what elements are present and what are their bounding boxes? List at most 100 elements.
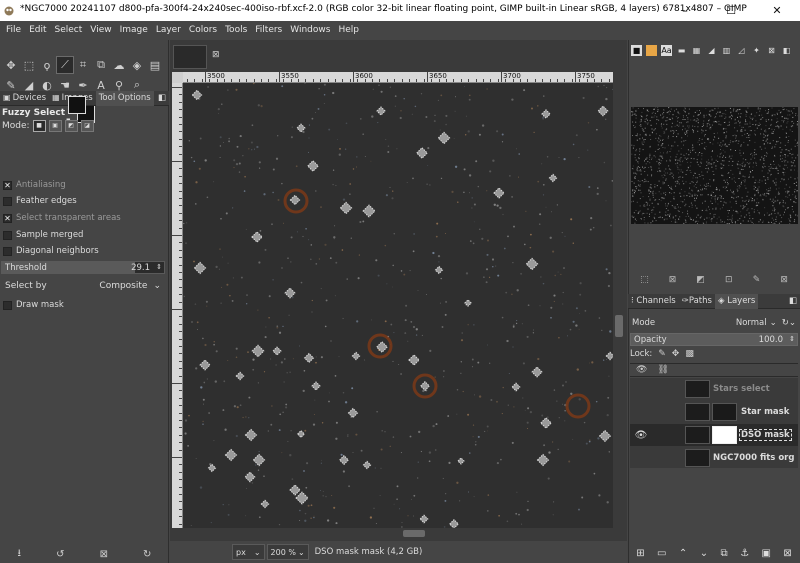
lock-position-icon[interactable]: ✥	[672, 349, 680, 359]
tab-tool-options[interactable]: Tool Options	[95, 90, 154, 106]
layer-row-ngc7000[interactable]: NGC7000 fits org	[630, 447, 798, 469]
mode-add-button[interactable]: ▣	[48, 120, 62, 132]
sample-points-tab-icon[interactable]: ✦	[751, 45, 762, 56]
crop-icon[interactable]: ⌗	[74, 56, 92, 74]
sample-merged-option[interactable]: Sample merged	[3, 230, 83, 240]
horizontal-scroll-thumb[interactable]	[403, 530, 425, 537]
fg-bg-tab-icon[interactable]: ■	[631, 44, 642, 56]
tab-paths[interactable]: ✑Paths	[679, 294, 715, 309]
menu-edit[interactable]: Edit	[25, 21, 50, 40]
gradients-tab-icon[interactable]: ◢	[706, 45, 717, 56]
ruler-left[interactable]	[172, 83, 183, 528]
refresh-icon[interactable]: ⊠	[780, 275, 788, 289]
tab-layers[interactable]: ◈ Layers	[714, 293, 759, 309]
anchor-layer-icon[interactable]: ⚓	[740, 548, 749, 559]
menu-windows[interactable]: Windows	[286, 21, 334, 40]
save-options-icon[interactable]: ⭳	[18, 546, 22, 563]
opacity-spin-icon[interactable]: ⇕	[789, 334, 795, 345]
eye-icon[interactable]: 👁	[634, 430, 648, 441]
unified-transform-icon[interactable]: ⧉	[92, 56, 110, 74]
maximize-button[interactable]: ☐	[708, 0, 754, 21]
brushes-tab-icon[interactable]: ▬	[676, 45, 687, 56]
layer-row-dso-mask[interactable]: 👁 DSO mask	[630, 424, 798, 446]
select-transparent-checkbox[interactable]: ✕	[3, 213, 12, 223]
raise-layer-icon[interactable]: ⌃	[679, 548, 687, 559]
image-tab-thumbnail[interactable]	[173, 45, 207, 69]
menu-colors[interactable]: Colors	[185, 21, 221, 40]
new-layer-icon[interactable]: ⊞	[636, 548, 644, 559]
close-image-tab-icon[interactable]: ⊠	[212, 50, 220, 60]
image-canvas[interactable]	[183, 83, 613, 528]
tab-channels[interactable]: ⁝ Channels	[628, 294, 679, 309]
menu-tools[interactable]: Tools	[221, 21, 251, 40]
menu-view[interactable]: View	[86, 21, 115, 40]
lower-layer-icon[interactable]: ⌄	[700, 548, 708, 559]
draw-mask-option[interactable]: Draw mask	[3, 300, 64, 310]
patterns-tab-icon[interactable]: ▦	[691, 45, 702, 56]
paste-into-icon[interactable]: ⊡	[725, 275, 733, 289]
fuzzy-select-icon[interactable]: ⟋	[56, 56, 74, 74]
layer-row-stars-select[interactable]: Stars select	[630, 378, 798, 400]
ruler-top[interactable]: 3500 3550 3600 3650 3700 3750	[183, 72, 613, 83]
histogram-tab-icon[interactable]: ▥	[721, 45, 732, 56]
fonts-tab-icon[interactable]: Aa	[661, 44, 672, 56]
feather-edges-option[interactable]: Feather edges	[3, 196, 77, 206]
menu-image[interactable]: Image	[116, 21, 152, 40]
threshold-slider[interactable]: Threshold 29.1 ⇕	[1, 261, 165, 274]
mode-switch-icon[interactable]: ↻⌄	[782, 318, 796, 328]
pointer-tab-icon[interactable]: ◿	[736, 45, 747, 56]
select-transparent-option[interactable]: ✕ Select transparent areas	[3, 213, 121, 223]
antialiasing-option[interactable]: ✕ Antialiasing	[3, 180, 66, 190]
layer-row-star-mask[interactable]: Star mask	[630, 401, 798, 423]
rect-select-icon[interactable]: ⬚	[20, 56, 38, 74]
dock-close-icon[interactable]: ⊠	[766, 45, 777, 56]
opacity-slider[interactable]: Opacity 100.0 ⇕	[630, 333, 798, 346]
menu-select[interactable]: Select	[51, 21, 87, 40]
dock-menu-icon[interactable]: ◧	[155, 91, 169, 106]
draw-mask-checkbox[interactable]	[3, 300, 12, 310]
edit-icon[interactable]: ✎	[753, 275, 761, 289]
mask-icon[interactable]: ▣	[761, 548, 770, 559]
gradient-icon[interactable]: ▤	[146, 56, 164, 74]
mode-replace-button[interactable]: ■	[32, 120, 46, 132]
layer-mode-combo[interactable]: Normal ⌄ ↻⌄	[736, 318, 796, 328]
unit-combo[interactable]: px ⌄	[232, 544, 265, 560]
delete-icon[interactable]: ⊠	[669, 275, 677, 289]
diagonal-neighbors-option[interactable]: Diagonal neighbors	[3, 246, 99, 256]
select-by-combo[interactable]: Composite ⌄	[99, 281, 161, 291]
mode-intersect-button[interactable]: ◪	[80, 120, 94, 132]
delete-options-icon[interactable]: ⊠	[100, 549, 108, 560]
duplicate-layer-icon[interactable]: ⧉	[721, 548, 728, 559]
vertical-scrollbar[interactable]	[613, 83, 625, 528]
starfield-image[interactable]	[183, 83, 613, 528]
move-icon[interactable]: ✥	[2, 56, 20, 74]
bucket-fill-icon[interactable]: ◈	[128, 56, 146, 74]
lock-pixels-icon[interactable]: ✎	[658, 349, 666, 359]
dock-menu-icon[interactable]: ◧	[781, 45, 792, 56]
ruler-corner[interactable]	[172, 72, 183, 83]
menu-help[interactable]: Help	[334, 21, 363, 40]
restore-options-icon[interactable]: ↺	[56, 549, 64, 560]
reset-options-icon[interactable]: ↻	[143, 549, 151, 560]
delete-layer-icon[interactable]: ⊠	[783, 548, 791, 559]
zoom-combo[interactable]: 200 % ⌄	[266, 544, 309, 560]
palette-tab-icon[interactable]	[646, 44, 657, 56]
tab-devices[interactable]: ▣ Devices	[0, 90, 49, 106]
vertical-scroll-thumb[interactable]	[615, 315, 623, 337]
new-group-icon[interactable]: ▭	[657, 548, 666, 559]
lock-alpha-icon[interactable]: ▩	[685, 349, 694, 359]
warp-icon[interactable]: ☁	[110, 56, 128, 74]
foreground-color[interactable]	[68, 96, 86, 114]
paste-icon[interactable]: ◩	[696, 275, 705, 289]
feather-edges-checkbox[interactable]	[3, 196, 12, 206]
menu-filters[interactable]: Filters	[251, 21, 286, 40]
minimize-button[interactable]: –	[662, 0, 708, 21]
menu-file[interactable]: File	[2, 21, 25, 40]
mode-subtract-button[interactable]: ◩	[64, 120, 78, 132]
antialiasing-checkbox[interactable]: ✕	[3, 180, 12, 190]
free-select-icon[interactable]: ϙ	[38, 56, 56, 74]
dock-menu-icon[interactable]: ◧	[786, 294, 800, 309]
horizontal-scrollbar[interactable]	[183, 528, 613, 539]
threshold-spin-icon[interactable]: ⇕	[156, 262, 162, 273]
close-button[interactable]: ✕	[754, 0, 800, 21]
